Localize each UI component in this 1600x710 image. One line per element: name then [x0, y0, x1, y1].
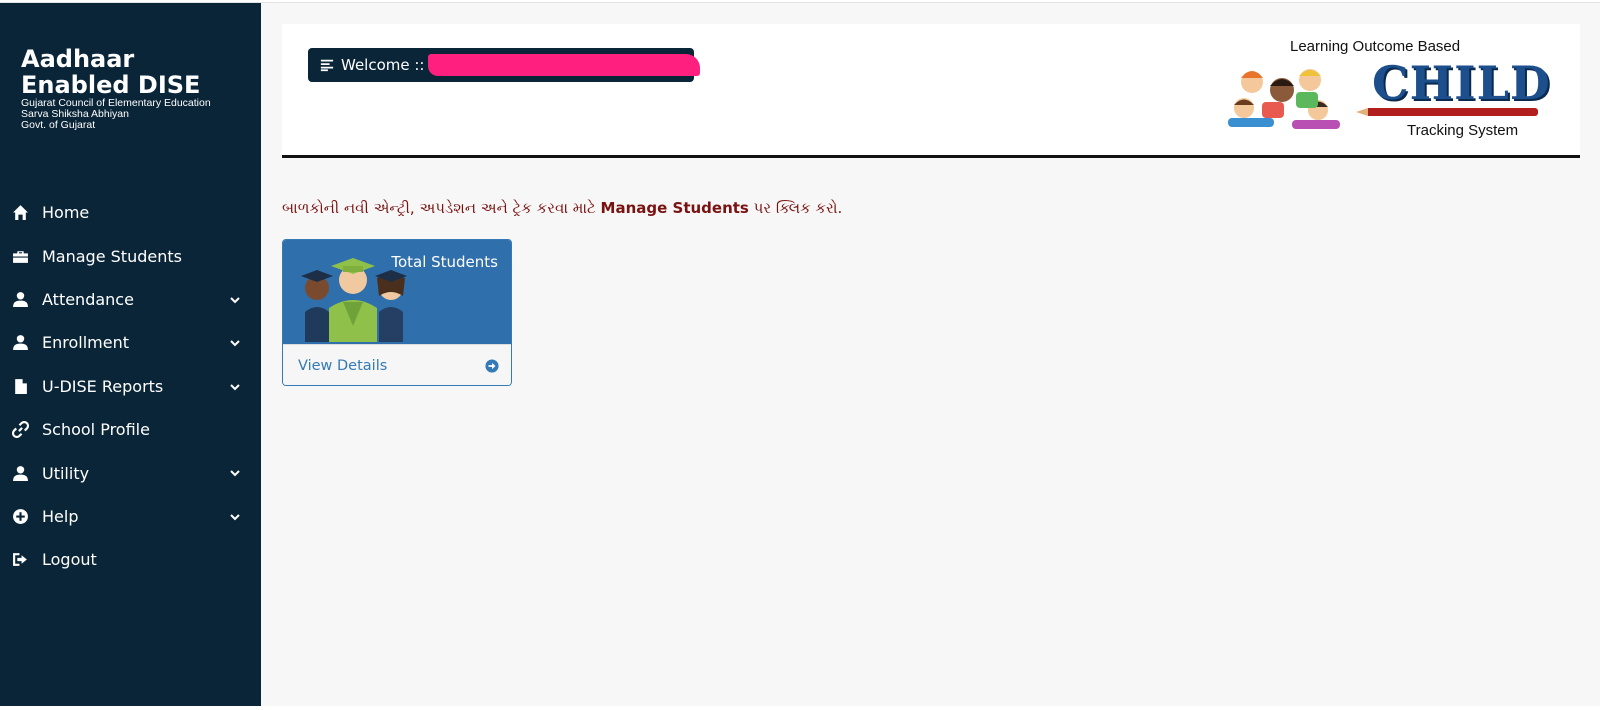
logo-main-text: CHILD: [1372, 56, 1551, 110]
chevron-down-icon: [229, 378, 241, 390]
sidebar-item-home[interactable]: Home: [0, 191, 261, 234]
user-icon: [10, 333, 30, 353]
list-icon: [320, 59, 334, 72]
sidebar-item-label: School Profile: [42, 420, 150, 440]
redacted-username: [428, 54, 700, 76]
sidebar-item-logout[interactable]: Logout: [0, 538, 261, 581]
sidebar-item-label: U-DISE Reports: [42, 376, 164, 396]
card-header: Total Students: [283, 240, 511, 344]
main-content: Welcome :: Learning Outcome Based CHILD …: [261, 3, 1600, 706]
chevron-down-icon: [229, 334, 241, 347]
sidebar-item-help[interactable]: Help: [0, 495, 261, 538]
sidebar-item-enrollment[interactable]: Enrollment: [0, 321, 261, 364]
user-icon: [10, 463, 30, 483]
total-students-card: Total Students View Details: [282, 239, 512, 386]
sidebar-item-udise-reports[interactable]: U-DISE Reports: [0, 365, 261, 408]
instruction-link-text: Manage Students: [600, 199, 749, 217]
chevron-down-icon: [229, 508, 241, 521]
file-icon: [10, 376, 30, 396]
logo-top-text: Learning Outcome Based: [1290, 38, 1461, 55]
chevron-down-icon: [229, 291, 241, 304]
instruction-text: બાળકોની નવી એન્ટ્રી, અપડેશન અને ટ્રેક કર…: [282, 199, 842, 217]
sidebar-item-label: Utility: [42, 463, 90, 483]
sidebar-item-label: Attendance: [42, 289, 134, 309]
sidebar: Aadhaar Enabled DISE Gujarat Council of …: [0, 3, 261, 706]
pencil-graphic: [1356, 108, 1538, 116]
view-details-label: View Details: [298, 357, 388, 374]
sidebar-item-label: Help: [42, 506, 79, 526]
chevron-down-icon: [229, 464, 241, 477]
brand: Aadhaar Enabled DISE Gujarat Council of …: [21, 46, 211, 131]
sidebar-item-manage-students[interactable]: Manage Students: [0, 234, 261, 277]
plus-circle-icon: [10, 506, 30, 526]
child-tracking-logo: Learning Outcome Based CHILD Tracking Sy…: [1222, 36, 1552, 146]
link-icon: [10, 420, 30, 440]
arrow-circle-right-icon: [485, 359, 499, 373]
sidebar-item-label: Enrollment: [42, 333, 129, 353]
welcome-bar: Welcome ::: [308, 48, 700, 82]
brand-subtitle-3: Govt. of Gujarat: [21, 119, 96, 131]
brand-title: Aadhaar Enabled DISE: [21, 45, 201, 99]
instruction-prefix: બાળકોની નવી એન્ટ્રી, અપડેશન અને ટ્રેક કર…: [282, 199, 601, 217]
sidebar-nav: Home Manage Students Attendance Enrollme…: [0, 191, 261, 582]
sidebar-item-utility[interactable]: Utility: [0, 451, 261, 494]
logo-bottom-text: Tracking System: [1407, 122, 1519, 139]
sidebar-item-school-profile[interactable]: School Profile: [0, 408, 261, 451]
page-header: Welcome :: Learning Outcome Based CHILD …: [282, 24, 1580, 158]
sidebar-item-label: Manage Students: [42, 246, 182, 266]
children-illustration-icon: [1228, 69, 1340, 129]
sidebar-item-label: Home: [42, 203, 90, 223]
card-title: Total Students: [391, 253, 498, 271]
view-details-button[interactable]: View Details: [283, 344, 511, 385]
instruction-suffix: પર ક્લિક કરો.: [748, 199, 843, 217]
sidebar-item-attendance[interactable]: Attendance: [0, 278, 261, 321]
welcome-label: Welcome ::: [341, 56, 425, 74]
home-icon: [10, 203, 30, 223]
briefcase-icon: [10, 246, 30, 266]
logout-icon: [10, 550, 30, 570]
sidebar-item-label: Logout: [42, 550, 97, 570]
user-icon: [10, 289, 30, 309]
